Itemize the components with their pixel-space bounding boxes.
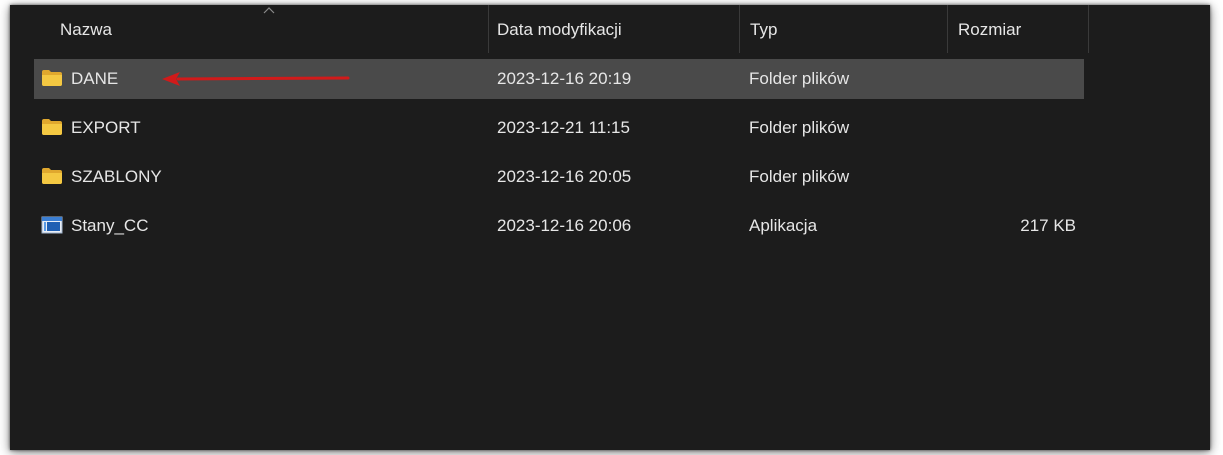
folder-icon <box>42 70 62 86</box>
annotation-arrow-icon <box>162 72 350 86</box>
folder-icon <box>42 119 62 135</box>
file-row-export[interactable]: EXPORT 2023-12-21 11:15 Folder plików <box>34 108 1084 148</box>
column-divider[interactable] <box>947 5 948 53</box>
file-date: 2023-12-16 20:19 <box>497 69 632 88</box>
column-header-type[interactable]: Typ <box>750 5 945 55</box>
file-explorer-window: Nazwa Data modyfikacji Typ Rozmiar DANE … <box>10 5 1210 450</box>
file-name: DANE <box>71 69 119 88</box>
folder-icon <box>42 168 62 184</box>
file-type: Aplikacja <box>749 216 818 235</box>
file-name: Stany_CC <box>71 216 149 235</box>
column-header-date[interactable]: Data modyfikacji <box>497 5 737 55</box>
file-row-dane[interactable]: DANE 2023-12-16 20:19 Folder plików <box>34 59 1084 99</box>
file-name: SZABLONY <box>71 167 162 186</box>
file-row-stany-cc[interactable]: Stany_CC 2023-12-16 20:06 Aplikacja 217 … <box>34 206 1084 246</box>
file-type: Folder plików <box>749 118 850 137</box>
file-date: 2023-12-16 20:05 <box>497 167 632 186</box>
column-header-name[interactable]: Nazwa <box>60 5 480 55</box>
column-divider[interactable] <box>1088 5 1089 53</box>
file-date: 2023-12-16 20:06 <box>497 216 632 235</box>
column-divider[interactable] <box>739 5 740 53</box>
application-icon <box>41 216 63 234</box>
file-size: 217 KB <box>1020 216 1076 235</box>
file-type: Folder plików <box>749 167 850 186</box>
file-name: EXPORT <box>71 118 141 137</box>
column-divider[interactable] <box>488 5 489 53</box>
file-type: Folder plików <box>749 69 850 88</box>
column-header-size[interactable]: Rozmiar <box>958 5 1088 55</box>
file-row-szablony[interactable]: SZABLONY 2023-12-16 20:05 Folder plików <box>34 157 1084 197</box>
column-header-bar: Nazwa Data modyfikacji Typ Rozmiar <box>10 5 1210 55</box>
file-date: 2023-12-21 11:15 <box>497 118 630 137</box>
